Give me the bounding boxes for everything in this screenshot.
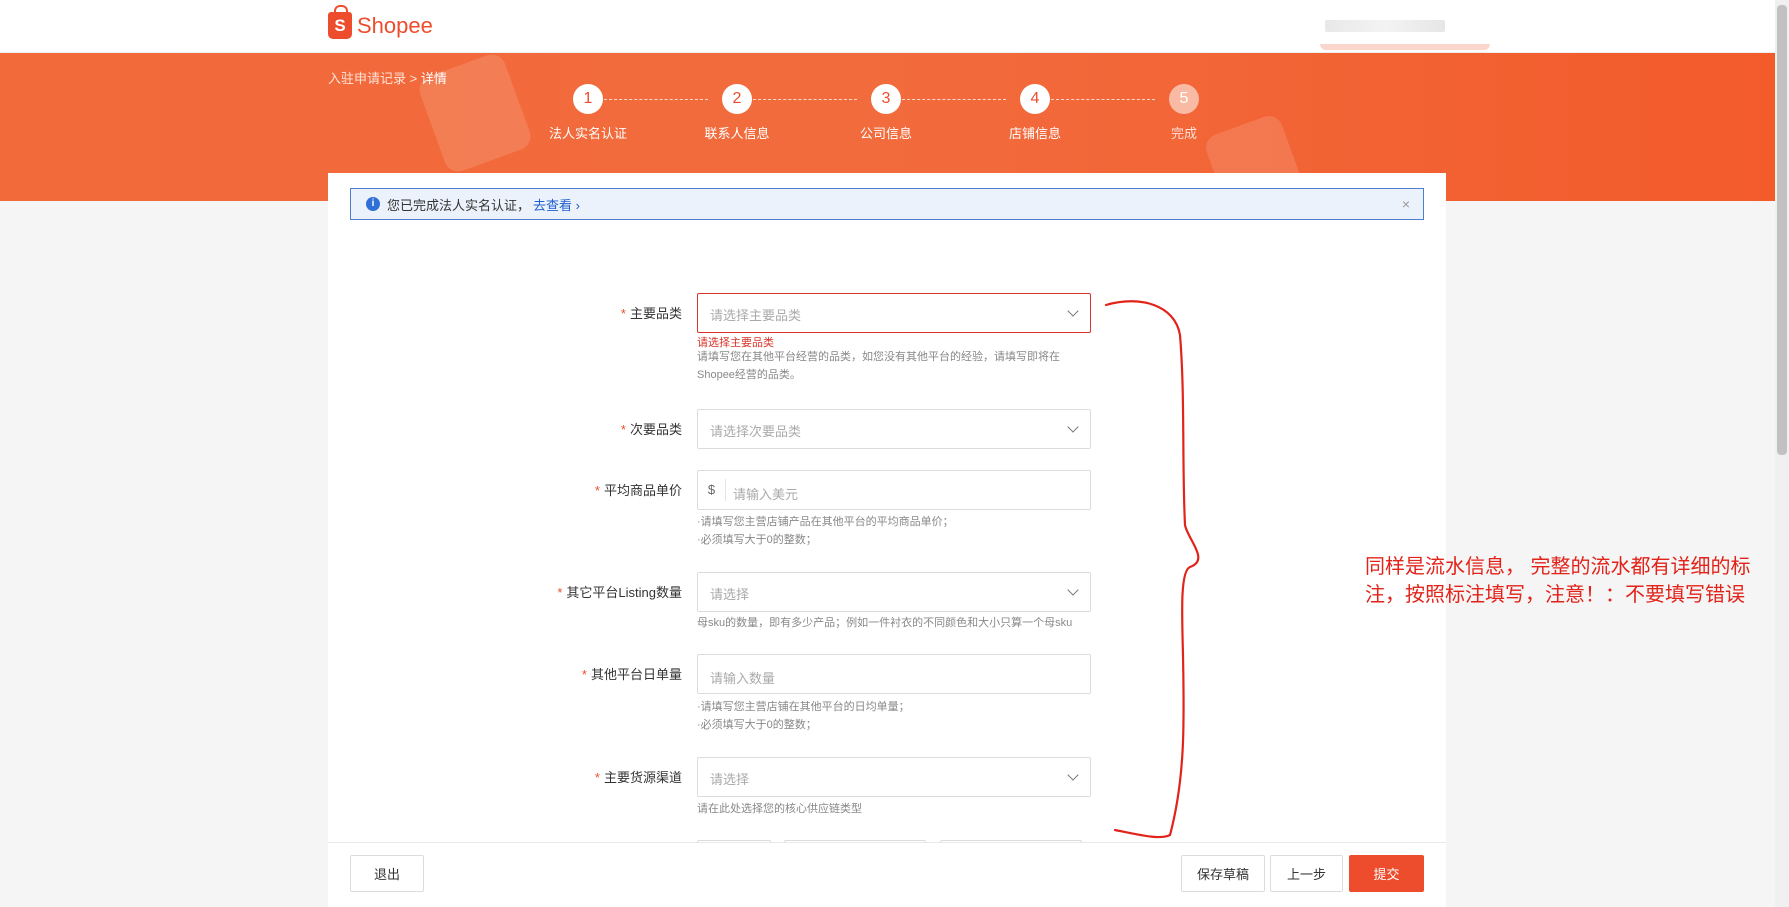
supply-channel-select[interactable]: 请选择 — [697, 757, 1091, 797]
required-mark: * — [620, 306, 626, 321]
vertical-scrollbar[interactable] — [1775, 0, 1789, 907]
daily-orders-input[interactable]: 请输入数量 — [697, 654, 1091, 694]
secondary-category-label: * 次要品类 — [621, 419, 682, 438]
shopee-bag-icon: S — [328, 5, 352, 39]
avg-price-input[interactable]: $ 请输入美元 — [697, 470, 1091, 510]
listing-count-select[interactable]: 请选择 — [697, 572, 1091, 612]
required-mark: * — [594, 483, 600, 498]
exit-button[interactable]: 退出 — [350, 855, 424, 892]
submit-button[interactable]: 提交 — [1349, 855, 1424, 892]
step-number: 2 — [722, 84, 752, 114]
listing-count-placeholder: 请选择 — [710, 587, 750, 602]
step-number: 3 — [871, 84, 901, 114]
avg-price-hint-1: ·请填写您主营店铺产品在其他平台的平均商品单价； — [697, 516, 954, 528]
supply-channel-label: * 主要货源渠道 — [595, 767, 682, 786]
daily-orders-placeholder: 请输入数量 — [710, 671, 776, 686]
main-category-placeholder: 请选择主要品类 — [710, 308, 802, 323]
secondary-category-select[interactable]: 请选择次要品类 — [697, 409, 1091, 449]
step-5: 5 完成 — [1124, 84, 1244, 142]
annotation-bracket — [1104, 300, 1200, 839]
main-category-select[interactable]: 请选择主要品类 — [697, 293, 1091, 333]
user-account-underline — [1320, 44, 1490, 50]
secondary-category-placeholder: 请选择次要品类 — [710, 424, 802, 439]
chevron-down-icon — [1067, 305, 1079, 317]
step-3: 3 公司信息 — [826, 84, 946, 142]
step-label: 店铺信息 — [1008, 126, 1061, 141]
bracket-stroke — [1104, 300, 1200, 839]
avg-price-label: * 平均商品单价 — [595, 480, 682, 499]
annotation-text: 同样是流水信息， 完整的流水都有详细的标注，按照标注填写，注意！：不要填写错误 — [1365, 556, 1751, 606]
chevron-down-icon — [1067, 584, 1079, 596]
footer-action-bar: 退出 保存草稿 上一步 提交 — [328, 842, 1446, 907]
listing-count-label: * 其它平台Listing数量 — [557, 582, 682, 601]
form-card: i 您已完成法人实名认证， 去查看 › × * 主要品类 请选择主要品类 请选择主… — [328, 173, 1446, 907]
close-icon[interactable]: × — [1402, 196, 1410, 212]
avg-price-placeholder: 请输入美元 — [733, 487, 799, 502]
scrollbar-thumb[interactable] — [1777, 5, 1787, 455]
step-4: 4 店铺信息 — [975, 84, 1095, 142]
breadcrumb: 入驻申请记录 > 详情 — [328, 68, 447, 87]
step-2: 2 联系人信息 — [677, 84, 797, 142]
listing-count-label-text: 其它平台Listing数量 — [566, 585, 682, 600]
main-category-label: * 主要品类 — [621, 303, 682, 322]
daily-orders-hint-2: ·必须填写大于0的整数； — [697, 719, 817, 731]
chevron-down-icon — [1067, 769, 1079, 781]
supply-channel-hint: 请在此处选择您的核心供应链类型 — [697, 803, 862, 815]
step-number: 1 — [573, 84, 603, 114]
step-label: 完成 — [1170, 126, 1197, 141]
chevron-down-icon — [1067, 421, 1079, 433]
step-label: 联系人信息 — [704, 126, 770, 141]
step-1: 1 法人实名认证 — [528, 84, 648, 142]
step-label: 法人实名认证 — [548, 126, 627, 141]
breadcrumb-current: 详情 — [420, 71, 447, 86]
brand-name: Shopee — [357, 12, 433, 38]
breadcrumb-separator: > — [409, 71, 418, 86]
prev-step-button[interactable]: 上一步 — [1270, 855, 1343, 892]
supply-channel-label-text: 主要货源渠道 — [603, 770, 682, 785]
user-account-blurred[interactable] — [1325, 20, 1445, 32]
notice-link-text: 去查看 — [533, 197, 573, 213]
top-bar: S Shopee — [0, 0, 1775, 53]
info-icon: i — [366, 197, 380, 211]
step-number: 5 — [1169, 84, 1199, 114]
supply-channel-placeholder: 请选择 — [710, 772, 750, 787]
required-mark: * — [581, 667, 587, 682]
avg-price-label-text: 平均商品单价 — [603, 483, 682, 498]
daily-orders-hint-1: ·请填写您主营店铺在其他平台的日均单量； — [697, 701, 910, 713]
required-mark: * — [557, 585, 563, 600]
save-draft-button[interactable]: 保存草稿 — [1181, 855, 1265, 892]
listing-count-hint: 母sku的数量，即有多少产品；例如一件衬衣的不同颜色和大小只算一个母sku — [697, 617, 1073, 629]
daily-orders-label: * 其他平台日单量 — [582, 664, 682, 683]
logo-letter: S — [334, 15, 346, 35]
dollar-prefix: $ — [698, 479, 726, 501]
main-category-label-text: 主要品类 — [629, 306, 682, 321]
breadcrumb-parent[interactable]: 入驻申请记录 — [328, 71, 406, 86]
required-mark: * — [620, 422, 626, 437]
notice-banner: i 您已完成法人实名认证， 去查看 › × — [350, 188, 1424, 220]
notice-view-link[interactable]: 去查看 › — [533, 195, 580, 214]
shopee-logo[interactable]: S Shopee — [328, 5, 433, 39]
notice-text: 您已完成法人实名认证， — [387, 197, 531, 213]
daily-orders-label-text: 其他平台日单量 — [590, 667, 682, 682]
step-number: 4 — [1020, 84, 1050, 114]
step-label: 公司信息 — [859, 126, 912, 141]
secondary-category-label-text: 次要品类 — [629, 422, 682, 437]
required-mark: * — [594, 770, 600, 785]
chevron-right-icon: › — [575, 197, 580, 213]
avg-price-hint-2: ·必须填写大于0的整数； — [697, 534, 817, 546]
main-category-hint: 请填写您在其他平台经营的品类，如您没有其他平台的经验，请填写即将在Shopee经… — [697, 351, 1060, 381]
